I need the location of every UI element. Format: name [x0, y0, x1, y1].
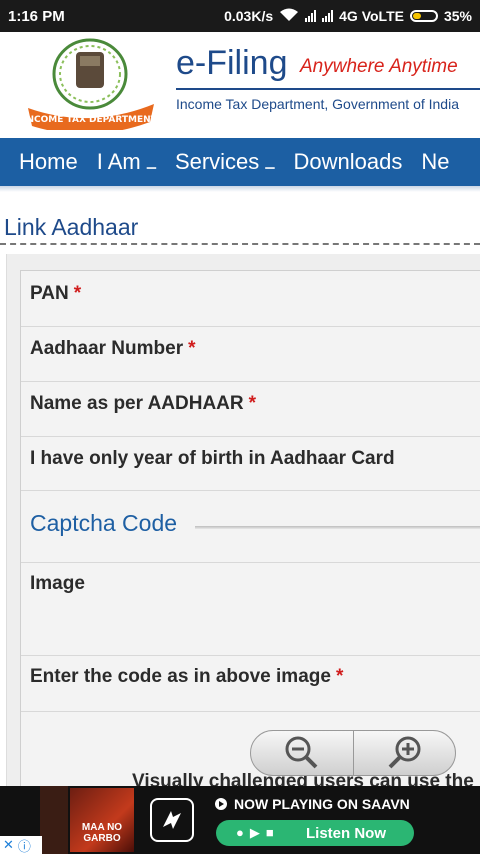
- yob-checkbox-row[interactable]: I have only year of birth in Aadhaar Car…: [21, 437, 480, 491]
- nav-next[interactable]: Ne: [421, 149, 449, 175]
- name-field-row[interactable]: Name as per AADHAAR *: [21, 382, 480, 437]
- ad-album-art: MAA NO GARBO: [70, 788, 134, 852]
- status-icons: 0.03K/s 4G VoLTE 35%: [224, 8, 472, 25]
- required-marker: *: [248, 393, 257, 414]
- info-icon[interactable]: ⓘ: [18, 836, 31, 855]
- ad-close-button[interactable]: ✕ ⓘ: [0, 836, 42, 854]
- zoom-in-icon: [388, 736, 421, 769]
- svg-text:INCOME TAX DEPARTMENT: INCOME TAX DEPARTMENT: [28, 115, 158, 125]
- status-time: 1:16 PM: [8, 7, 65, 25]
- chevron-down-icon: ▁: [265, 155, 275, 169]
- nav-i-am[interactable]: I Am ▁: [97, 149, 156, 175]
- pan-field-row[interactable]: PAN *: [21, 272, 480, 327]
- ad-thumbnail: [40, 786, 68, 854]
- captcha-image-row: Image: [21, 562, 480, 656]
- network-speed: 0.03K/s: [224, 8, 274, 24]
- zoom-out-icon: [285, 736, 318, 769]
- zoom-in-button[interactable]: [354, 731, 456, 775]
- enter-code-label: Enter the code as in above image: [30, 666, 331, 687]
- required-marker: *: [188, 338, 196, 359]
- title-divider: [0, 243, 480, 245]
- nav-services-label: Services: [174, 149, 260, 174]
- site-header: INCOME TAX DEPARTMENT e-Filing Anywhere …: [0, 32, 480, 136]
- now-playing-text: NOW PLAYING ON SAAVN: [214, 796, 410, 812]
- battery-icon: [409, 10, 438, 22]
- close-icon[interactable]: ✕: [3, 837, 14, 853]
- yob-label: I have only year of birth in Aadhaar Car…: [30, 448, 395, 469]
- page-title: Link Aadhaar: [4, 214, 139, 240]
- aadhaar-field-row[interactable]: Aadhaar Number *: [21, 327, 480, 382]
- brand-subtitle: Income Tax Department, Government of Ind…: [176, 96, 459, 112]
- nav-home[interactable]: Home: [19, 149, 78, 175]
- pan-label: PAN: [30, 283, 69, 304]
- main-nav: Home I Am ▁ Services ▁ Downloads Ne: [0, 138, 480, 186]
- nav-next-label: Ne: [421, 149, 450, 174]
- brand-title: e-Filing: [176, 44, 288, 82]
- nav-services[interactable]: Services ▁: [175, 149, 275, 175]
- name-label: Name as per AADHAAR: [30, 393, 244, 414]
- brand-divider: [176, 88, 480, 90]
- emblem-logo[interactable]: INCOME TAX DEPARTMENT: [23, 34, 158, 135]
- listen-now-label: Listen Now: [305, 824, 386, 842]
- image-label: Image: [30, 573, 85, 594]
- required-marker: *: [335, 666, 344, 687]
- captcha-heading: Captcha Code: [30, 510, 178, 536]
- signal-icon-2: [322, 10, 334, 22]
- play-circle-icon: [215, 798, 227, 810]
- nav-downloads-label: Downloads: [293, 149, 403, 174]
- captcha-input-row[interactable]: Enter the code as in above image *: [21, 656, 480, 712]
- status-bar: 1:16 PM 0.03K/s 4G VoLTE 35%: [0, 0, 480, 32]
- signal-icon: [305, 10, 317, 22]
- platform-icons: ●▶■: [236, 825, 280, 840]
- aadhaar-label: Aadhaar Number: [30, 338, 184, 359]
- nav-home-label: Home: [19, 149, 78, 174]
- network-type: 4G VoLTE: [339, 8, 404, 24]
- now-playing-label: NOW PLAYING ON SAAVN: [234, 796, 410, 812]
- nav-i-am-label: I Am: [96, 149, 141, 174]
- battery-percent: 35%: [443, 8, 472, 24]
- listen-now-button[interactable]: ●▶■ Listen Now: [216, 820, 414, 846]
- zoom-controls: [250, 730, 456, 776]
- nav-shadow: [0, 186, 480, 192]
- captcha-divider: [195, 526, 480, 529]
- wifi-icon: [279, 8, 299, 25]
- zoom-out-button[interactable]: [251, 731, 353, 775]
- brand-tagline: Anywhere Anytime: [300, 56, 458, 77]
- required-marker: *: [73, 283, 82, 304]
- nav-downloads[interactable]: Downloads: [294, 149, 403, 175]
- saavn-logo-icon: [150, 798, 194, 842]
- chevron-down-icon: ▁: [146, 155, 156, 169]
